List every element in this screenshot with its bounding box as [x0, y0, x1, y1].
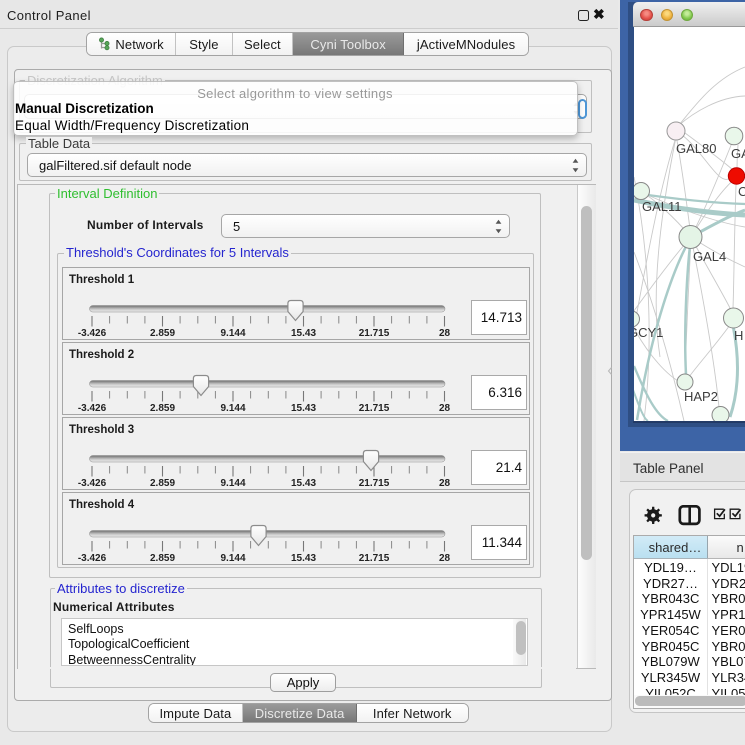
svg-text:GAL11: GAL11	[642, 199, 682, 214]
svg-text:C: C	[738, 184, 745, 199]
svg-text:GCY1: GCY1	[634, 325, 663, 340]
svg-text:GA: GA	[731, 146, 745, 161]
svg-text:HAP2: HAP2	[684, 389, 718, 404]
svg-text:GAL80: GAL80	[676, 141, 716, 156]
svg-text:GAL4: GAL4	[693, 249, 726, 264]
svg-text:H: H	[734, 328, 743, 343]
